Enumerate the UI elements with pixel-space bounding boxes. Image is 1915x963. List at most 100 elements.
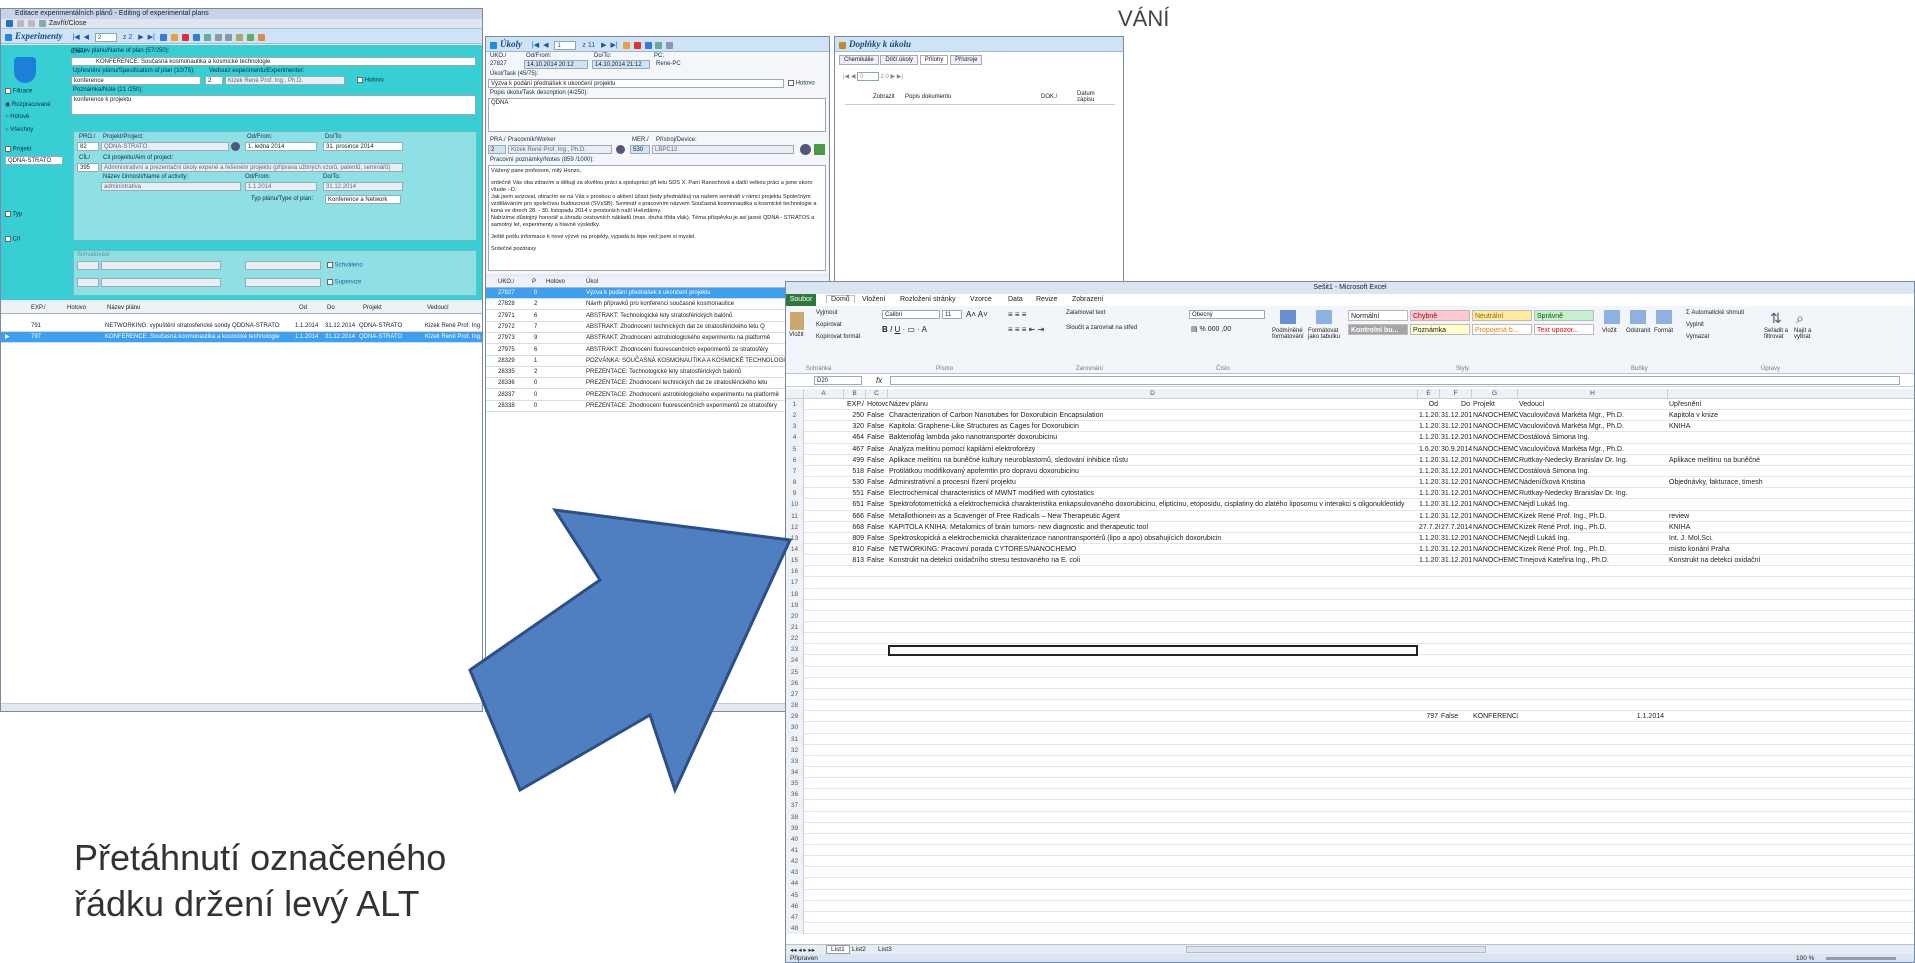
- row-number[interactable]: 48: [786, 923, 804, 935]
- font-size-select[interactable]: 11: [942, 310, 962, 319]
- format-table-icon[interactable]: [1316, 310, 1332, 324]
- cell[interactable]: 1.1.2014: [1418, 432, 1440, 443]
- row-number[interactable]: 46: [786, 900, 804, 912]
- cell[interactable]: Vaculovičová Markéta Mgr., Ph.D.: [1518, 410, 1668, 421]
- sheet-nav-icons[interactable]: ◂◂ ◂ ▸ ▸▸: [790, 946, 815, 954]
- col-header-h[interactable]: H: [1518, 389, 1668, 399]
- fill-button[interactable]: Vyplnit: [1686, 322, 1704, 328]
- first-task-icon[interactable]: |◀: [532, 38, 539, 51]
- task-row[interactable]: 28338 0 PREZENTACE: Zhodnocení fluorescenč…: [486, 401, 829, 412]
- plan-name-input[interactable]: KONFERENCE: Současná kosmonautika a kosm…: [71, 57, 476, 66]
- col-header-f[interactable]: F: [1440, 389, 1472, 399]
- cell[interactable]: Vaculovičová Markéta Mgr., Ph.D.: [1518, 421, 1668, 432]
- cell[interactable]: 1.1.2014: [1418, 511, 1440, 522]
- cell[interactable]: Aplikace melitinu na buněčné: [1668, 455, 1914, 466]
- cell[interactable]: 250: [844, 410, 866, 421]
- sheet-row[interactable]: 39: [786, 822, 1914, 834]
- sheet-tab-2[interactable]: List2: [852, 946, 866, 953]
- col-to[interactable]: Do: [325, 303, 335, 313]
- cell[interactable]: False: [866, 511, 888, 522]
- plan-type-select[interactable]: Konference a Network: [325, 195, 401, 204]
- cell[interactable]: False: [866, 555, 888, 566]
- paste-icon[interactable]: [790, 312, 804, 330]
- cell[interactable]: KAPITOLA KNIHA: Metalomics of brain tumo…: [888, 522, 1418, 533]
- cell[interactable]: Kizek René Prof. Ing., Ph.D.: [1518, 544, 1668, 555]
- sheet-row[interactable]: 27: [786, 688, 1914, 701]
- task-input[interactable]: Výzva k podání přednášek k ukončení proj…: [488, 79, 784, 88]
- cell[interactable]: Vaculovičová Markéta Mgr., Ph.D.: [1518, 444, 1668, 455]
- cell[interactable]: Název plánu: [888, 399, 1418, 410]
- row-number[interactable]: 47: [786, 911, 804, 924]
- number-format-select[interactable]: Obecný: [1189, 310, 1265, 319]
- col-header-c[interactable]: C: [866, 389, 888, 399]
- cell[interactable]: Upřesnění: [1668, 399, 1914, 410]
- cell[interactable]: False: [866, 421, 888, 432]
- col-header-a[interactable]: A: [804, 389, 844, 399]
- insert-cells-icon[interactable]: [1604, 310, 1620, 324]
- cell[interactable]: Kizek René Prof. Ing., Ph.D.: [1518, 511, 1668, 522]
- sheet-row[interactable]: 13 809 False Spektroskopická a elektrochemi…: [786, 532, 1914, 544]
- chart-icon[interactable]: [258, 33, 266, 41]
- sheet-row[interactable]: 30: [786, 722, 1914, 734]
- style-linked-cell[interactable]: Propojená b...: [1472, 324, 1532, 335]
- tab-formulas[interactable]: Vzorce: [970, 296, 992, 303]
- sheet-row[interactable]: 24: [786, 655, 1914, 667]
- task-index-input[interactable]: 1: [554, 40, 577, 50]
- cell[interactable]: NANOCHEMO: [1472, 522, 1518, 533]
- cell[interactable]: 668: [844, 522, 866, 533]
- row-number[interactable]: 2: [786, 410, 804, 422]
- find-icon[interactable]: ⌕: [1796, 310, 1804, 327]
- cell[interactable]: NANOCHEMO: [1472, 544, 1518, 555]
- pro-input[interactable]: 82: [77, 142, 99, 151]
- cell[interactable]: NANOCHEMO: [1472, 455, 1518, 466]
- device-search-icon[interactable]: [800, 144, 811, 155]
- cell[interactable]: False: [866, 488, 888, 499]
- supervision-checkbox[interactable]: [327, 279, 333, 285]
- last-record-icon[interactable]: ▶|: [148, 30, 155, 43]
- delete-cells-button[interactable]: Odstranit: [1626, 328, 1650, 334]
- autosum-button[interactable]: Σ Automatické shrnutí: [1686, 310, 1744, 316]
- delete-cells-icon[interactable]: [1630, 310, 1646, 324]
- col-header-e[interactable]: E: [1418, 389, 1440, 399]
- cell[interactable]: 464: [844, 432, 866, 443]
- cell[interactable]: NANOCHEMO: [1472, 444, 1518, 455]
- cell[interactable]: Aplikace melitinu na buněčné kultury neu…: [888, 455, 1418, 466]
- col-show[interactable]: Zobrazit: [873, 94, 895, 100]
- cell[interactable]: NANOCHEMO: [1472, 499, 1518, 510]
- sheet-row[interactable]: 35: [786, 778, 1914, 790]
- cell[interactable]: NETWORKING: Pracovní porada CYTORES/NANO…: [888, 544, 1418, 555]
- cell[interactable]: False: [1440, 711, 1472, 722]
- format-table-button[interactable]: Formátovat jako tabulku: [1308, 328, 1344, 340]
- row-number[interactable]: 37: [786, 800, 804, 812]
- sheet-row[interactable]: 31: [786, 733, 1914, 745]
- sheet-tab-1[interactable]: List1: [826, 945, 850, 954]
- cell[interactable]: NANOCHEMO: [1472, 410, 1518, 421]
- number-icons[interactable]: ▤ % 000 ,00: [1191, 325, 1231, 333]
- cell[interactable]: False: [866, 455, 888, 466]
- sheet-row[interactable]: 26: [786, 677, 1914, 689]
- task-from-input[interactable]: 14.10.2014 20:12: [524, 60, 588, 69]
- task-row[interactable]: 28336 0 PREZENTACE: Zhodnocení technických…: [486, 378, 829, 390]
- sheet-row[interactable]: 22: [786, 633, 1914, 645]
- done-checkbox[interactable]: [357, 77, 363, 83]
- undo-icon[interactable]: [203, 33, 211, 41]
- cell[interactable]: 31.12.2016: [1440, 421, 1472, 432]
- sheet-row[interactable]: 32: [786, 744, 1914, 756]
- sheet-row[interactable]: 34: [786, 766, 1914, 779]
- cell[interactable]: 31.12.2016: [1440, 533, 1472, 544]
- cell[interactable]: KONFERENCE:: [1472, 711, 1518, 722]
- table-row-selected[interactable]: ▶ 797 KONFERENCE: Současná kosmonautika …: [1, 332, 482, 343]
- task-row[interactable]: 27971 6 ABSTRAKT: Technologické lety strat…: [486, 311, 829, 322]
- sheet-row[interactable]: 3 320 False Kapitola: Graphene-Like Structu…: [786, 421, 1914, 433]
- cell[interactable]: Do: [1440, 399, 1472, 410]
- tab-view[interactable]: Zobrazení: [1072, 296, 1104, 303]
- col-project[interactable]: Projekt: [361, 303, 382, 313]
- style-warning-text[interactable]: Text upozor...: [1534, 324, 1594, 335]
- task-row[interactable]: 27972 7 ABSTRAKT: Zhodnocení technických d…: [486, 322, 829, 333]
- cell[interactable]: Kizek René Prof. Ing., Ph.D.: [1518, 522, 1668, 533]
- cell[interactable]: KNIHA: [1668, 522, 1914, 533]
- sheet-row[interactable]: 33: [786, 755, 1914, 767]
- search-icon[interactable]: [231, 142, 240, 151]
- cell[interactable]: Dostálová Simona Ing.: [1518, 432, 1668, 443]
- row-number[interactable]: 44: [786, 878, 804, 890]
